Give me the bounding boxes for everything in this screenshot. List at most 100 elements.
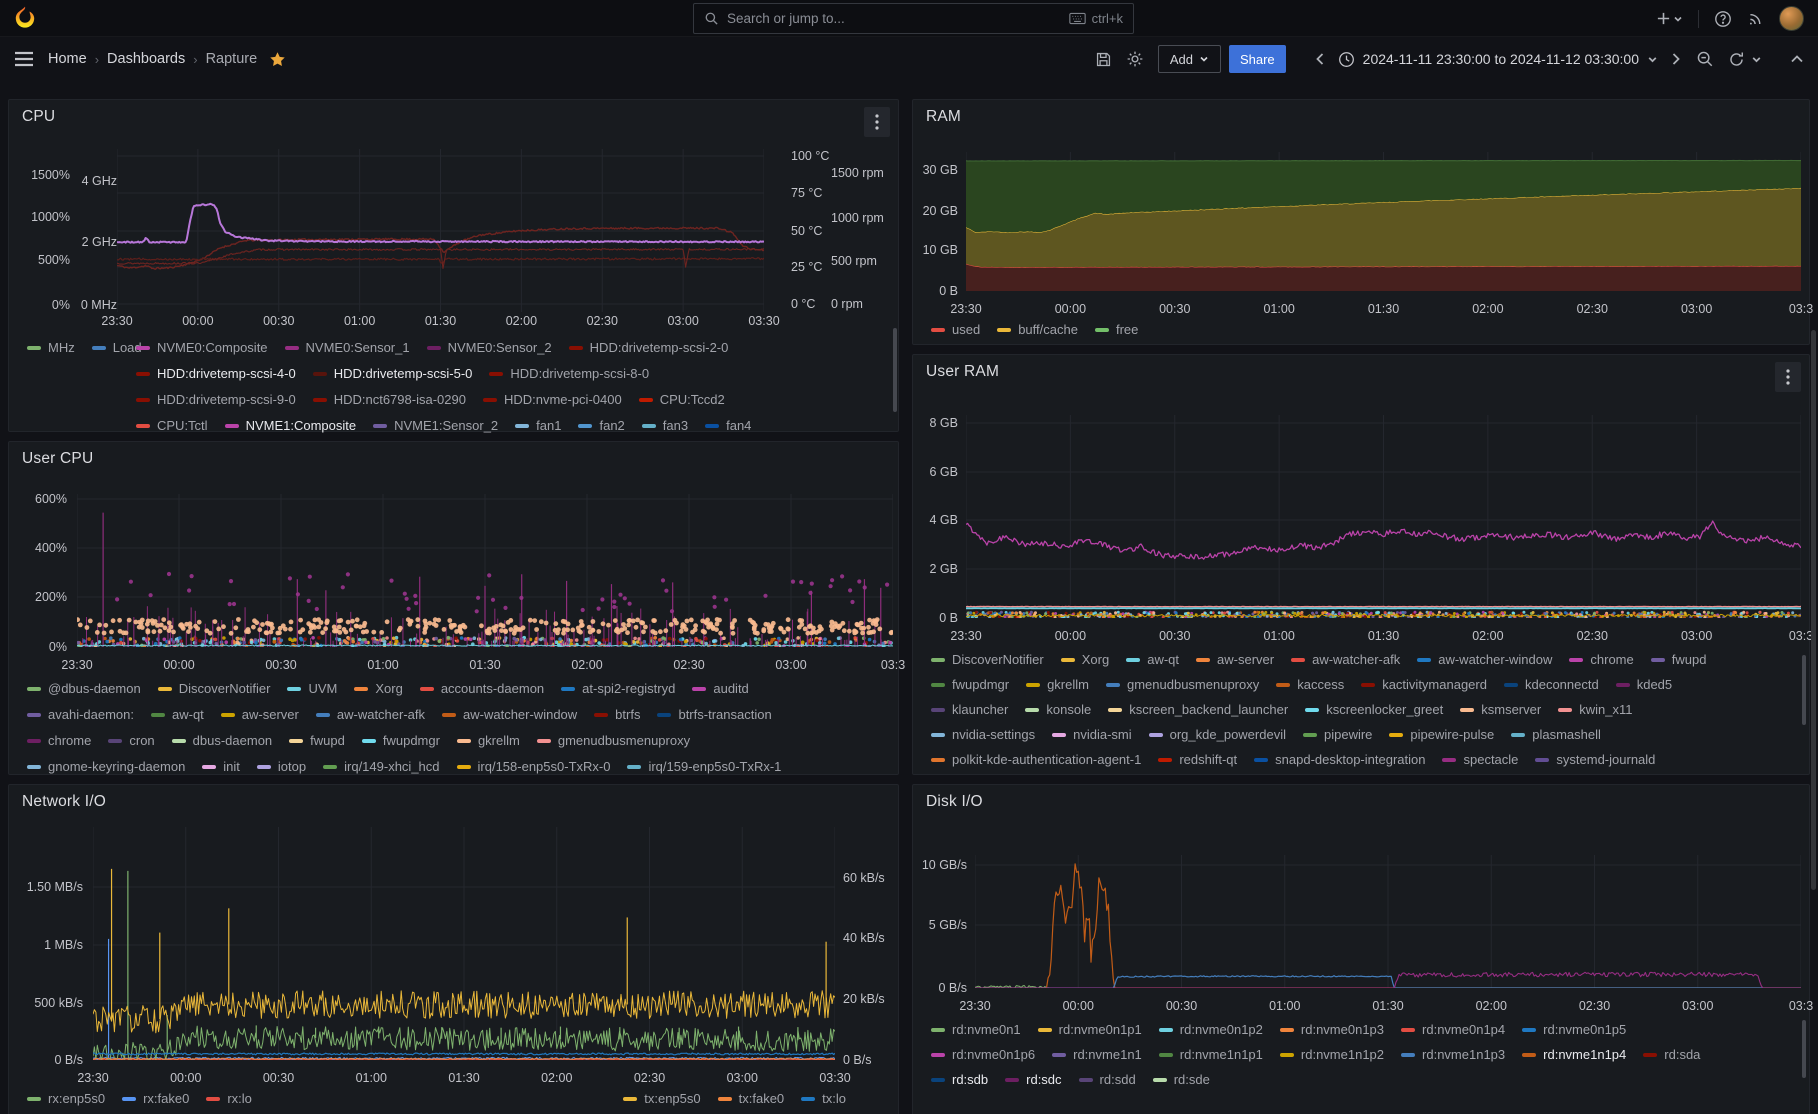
legend-item[interactable]: DiscoverNotifier [158, 681, 271, 696]
legend-item[interactable]: used [931, 322, 980, 337]
legend-item[interactable]: gkrellm [1026, 677, 1089, 692]
legend-item[interactable]: rd:sdd [1079, 1072, 1136, 1087]
legend-item[interactable]: accounts-daemon [420, 681, 544, 696]
legend-item[interactable]: fwupdmgr [931, 677, 1009, 692]
time-range-picker[interactable]: 2024-11-11 23:30:00 to 2024-11-12 03:30:… [1334, 51, 1662, 68]
legend-item[interactable]: irq/149-xhci_hcd [323, 759, 439, 774]
legend-item[interactable]: NVME0:Sensor_2 [427, 340, 552, 355]
legend-scrollbar[interactable] [1802, 1020, 1806, 1078]
legend-item[interactable]: avahi-daemon: [27, 707, 134, 722]
legend-item[interactable]: CPU:Tctl [136, 418, 208, 433]
legend-item[interactable]: irq/158-enp5s0-TxRx-0 [457, 759, 611, 774]
legend-item[interactable]: aw-watcher-window [442, 707, 577, 722]
legend-item[interactable]: kded5 [1616, 677, 1672, 692]
new-menu-button[interactable] [1656, 11, 1683, 26]
legend-item[interactable]: @dbus-daemon [27, 681, 141, 696]
legend-item[interactable]: fwupdmgr [362, 733, 440, 748]
legend-item[interactable]: tx:lo [801, 1091, 846, 1106]
legend-item[interactable]: aw-watcher-window [1417, 652, 1552, 667]
legend-item[interactable]: buff/cache [997, 322, 1078, 337]
legend-item[interactable]: chrome [1569, 652, 1633, 667]
legend-item[interactable]: rd:nvme1n1p3 [1401, 1047, 1505, 1062]
time-range-zoom-out-button[interactable] [1696, 50, 1714, 68]
add-button[interactable]: Add [1158, 45, 1221, 73]
breadcrumb-home[interactable]: Home [48, 51, 87, 67]
legend-item[interactable]: aw-server [221, 707, 299, 722]
legend-item[interactable]: MHz [27, 340, 75, 355]
legend-item[interactable]: rd:nvme0n1p5 [1522, 1022, 1626, 1037]
legend-item[interactable]: rd:nvme0n1p6 [931, 1047, 1035, 1062]
panel-title[interactable]: CPU [22, 108, 55, 126]
legend-scrollbar[interactable] [1802, 655, 1806, 725]
legend-item[interactable]: aw-qt [1126, 652, 1179, 667]
legend-item[interactable]: DiscoverNotifier [931, 652, 1044, 667]
panel-title[interactable]: User CPU [22, 450, 93, 468]
legend-item[interactable]: fwupd [1651, 652, 1707, 667]
legend-item[interactable]: iotop [257, 759, 306, 774]
legend-item[interactable]: rd:nvme1n1p4 [1522, 1047, 1626, 1062]
favorite-star-icon[interactable] [269, 51, 286, 68]
refresh-interval-dropdown[interactable] [1751, 54, 1762, 65]
user-ram-chart[interactable] [966, 415, 1801, 618]
grafana-logo-icon[interactable] [12, 5, 38, 31]
user-avatar[interactable] [1779, 6, 1804, 31]
legend-item[interactable]: HDD:drivetemp-scsi-2-0 [569, 340, 729, 355]
legend-item[interactable]: systemd-journald [1535, 752, 1655, 767]
legend-item[interactable]: gmenudbusmenuproxy [1106, 677, 1259, 692]
panel-title[interactable]: RAM [926, 108, 961, 126]
legend-item[interactable]: rd:nvme0n1p4 [1401, 1022, 1505, 1037]
legend-item[interactable]: kaccess [1276, 677, 1344, 692]
legend-item[interactable]: pipewire-pulse [1389, 727, 1494, 742]
cpu-chart[interactable] [117, 149, 764, 312]
help-button[interactable] [1714, 10, 1732, 28]
legend-item[interactable]: fan3 [642, 418, 688, 433]
legend-item[interactable]: fwupd [289, 733, 345, 748]
legend-item[interactable]: HDD:nvme-pci-0400 [483, 392, 622, 407]
legend-item[interactable]: HDD:drivetemp-scsi-5-0 [313, 366, 473, 381]
legend-item[interactable]: aw-server [1196, 652, 1274, 667]
time-range-forward-button[interactable] [1670, 52, 1682, 66]
disk-io-chart[interactable] [975, 855, 1801, 988]
legend-item[interactable]: spectacle [1442, 752, 1518, 767]
legend-item[interactable]: snapd-desktop-integration [1254, 752, 1425, 767]
legend-item[interactable]: fan2 [578, 418, 624, 433]
legend-item[interactable]: Load [92, 340, 142, 355]
legend-item[interactable]: klauncher [931, 702, 1008, 717]
legend-item[interactable]: rd:nvme0n1p1 [1038, 1022, 1142, 1037]
panel-menu-button[interactable] [1775, 362, 1801, 392]
legend-item[interactable]: at-spi2-registryd [561, 681, 675, 696]
legend-item[interactable]: rd:nvme1n1 [1052, 1047, 1142, 1062]
legend-item[interactable]: rd:nvme0n1 [931, 1022, 1021, 1037]
legend-item[interactable]: konsole [1025, 702, 1091, 717]
save-dashboard-button[interactable] [1095, 51, 1112, 68]
time-range-back-button[interactable] [1314, 52, 1326, 66]
legend-item[interactable]: fan1 [515, 418, 561, 433]
legend-item[interactable]: aw-watcher-afk [1291, 652, 1400, 667]
legend-scrollbar[interactable] [893, 328, 897, 412]
legend-item[interactable]: rd:nvme0n1p2 [1159, 1022, 1263, 1037]
mega-menu-toggle[interactable] [14, 51, 34, 67]
legend-item[interactable]: org_kde_powerdevil [1149, 727, 1286, 742]
ram-chart[interactable] [966, 152, 1801, 291]
legend-item[interactable]: kdeconnectd [1504, 677, 1599, 692]
legend-item[interactable]: Xorg [1061, 652, 1109, 667]
legend-item[interactable]: chrome [27, 733, 91, 748]
legend-item[interactable]: btrfs [594, 707, 640, 722]
page-scrollbar[interactable] [1811, 330, 1816, 890]
legend-item[interactable]: ksmserver [1460, 702, 1541, 717]
news-button[interactable] [1747, 10, 1764, 27]
breadcrumb-dashboards[interactable]: Dashboards [107, 51, 185, 67]
legend-item[interactable]: plasmashell [1511, 727, 1601, 742]
legend-item[interactable]: NVME1:Composite [225, 418, 357, 433]
legend-item[interactable]: rd:nvme1n1p1 [1159, 1047, 1263, 1062]
collapse-controls-button[interactable] [1790, 53, 1804, 65]
legend-item[interactable]: irq/159-enp5s0-TxRx-1 [627, 759, 781, 774]
legend-item[interactable]: kscreen_backend_launcher [1108, 702, 1288, 717]
legend-item[interactable]: UVM [287, 681, 337, 696]
legend-item[interactable]: tx:enp5s0 [623, 1091, 700, 1106]
legend-item[interactable]: btrfs-transaction [657, 707, 771, 722]
legend-item[interactable]: HDD:drivetemp-scsi-8-0 [489, 366, 649, 381]
legend-item[interactable]: rd:sdc [1005, 1072, 1061, 1087]
legend-item[interactable]: HDD:drivetemp-scsi-4-0 [136, 366, 296, 381]
legend-item[interactable]: rd:sdb [931, 1072, 988, 1087]
